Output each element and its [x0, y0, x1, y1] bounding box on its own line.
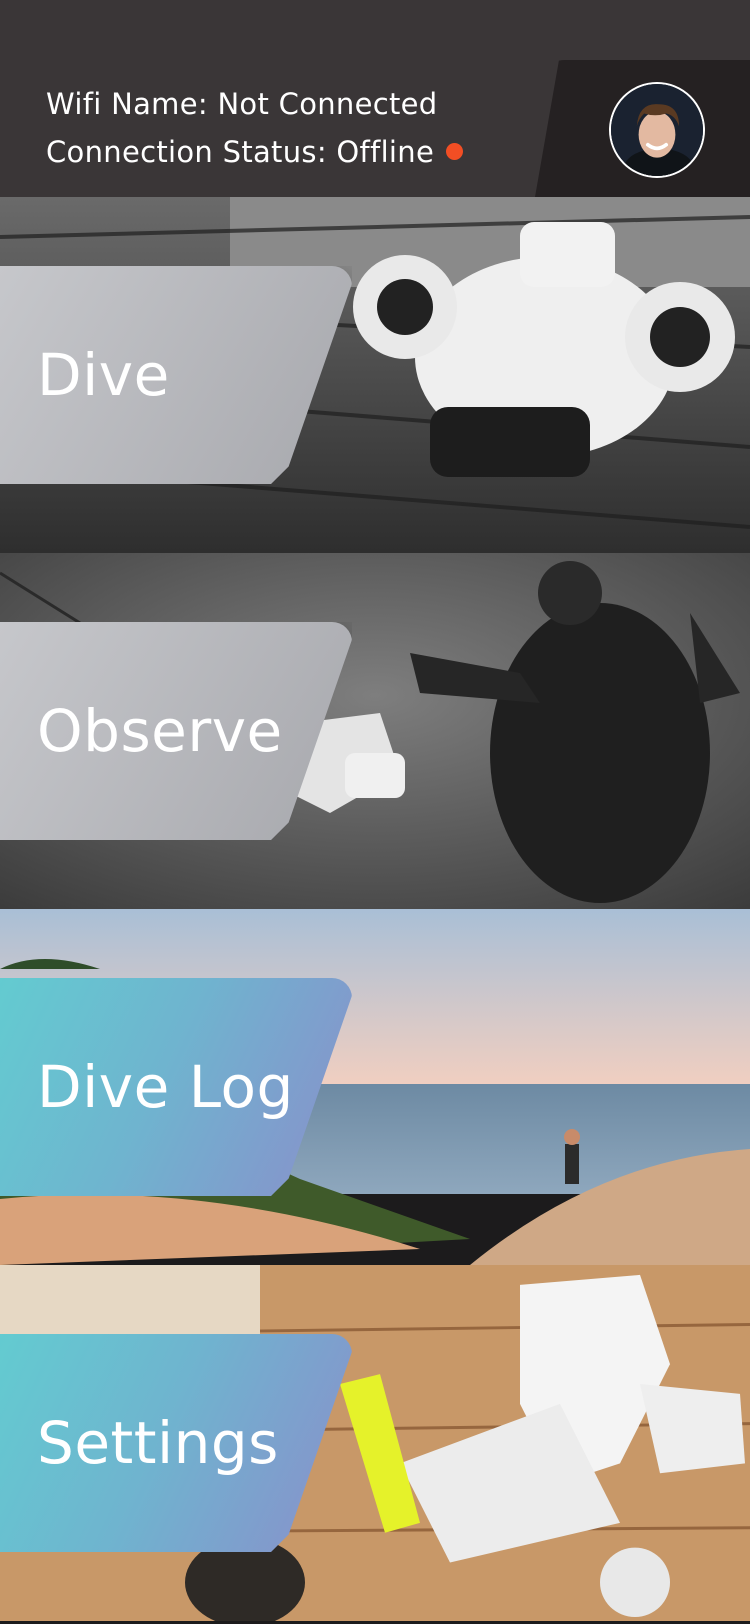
dive-label: Dive: [37, 341, 170, 409]
wifi-name-row: Wifi Name: Not Connected: [46, 80, 463, 128]
menu-tile-dive-log[interactable]: Dive Log: [0, 909, 750, 1265]
connection-status-value: Offline: [336, 135, 435, 169]
connection-info: Wifi Name: Not Connected Connection Stat…: [46, 80, 464, 176]
observe-label: Observe: [37, 697, 283, 765]
connection-status-label: Connection Status:: [46, 135, 327, 169]
avatar[interactable]: [609, 82, 705, 178]
status-indicator-icon: [446, 143, 464, 160]
settings-label: Settings: [37, 1409, 279, 1477]
wifi-name-label: Wifi Name:: [46, 87, 208, 121]
menu-tile-settings[interactable]: Settings: [0, 1265, 750, 1621]
dive-log-label: Dive Log: [37, 1053, 294, 1121]
menu-tile-dive[interactable]: Dive: [0, 197, 750, 553]
user-avatar-icon: [611, 84, 703, 176]
header-bar: Wifi Name: Not Connected Connection Stat…: [0, 0, 750, 197]
home-screen: Wifi Name: Not Connected Connection Stat…: [0, 0, 750, 1624]
menu-tile-observe[interactable]: Observe: [0, 553, 750, 909]
connection-status-row: Connection Status: Offline: [46, 128, 464, 176]
wifi-name-value: Not Connected: [217, 87, 438, 121]
